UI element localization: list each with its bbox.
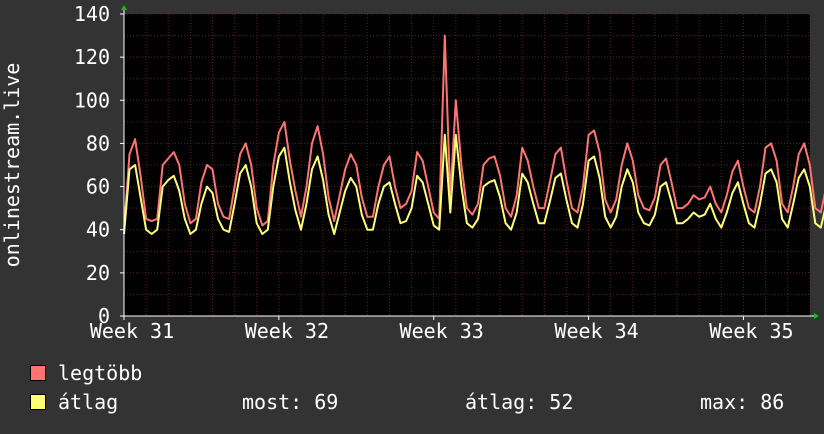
y-tick-label: 120 (74, 45, 110, 69)
y-tick-label: 80 (86, 131, 110, 155)
y-tick-label: 60 (86, 175, 110, 199)
y-tick-label: 40 (86, 218, 110, 242)
legend-swatch-atlag (30, 394, 46, 410)
y-axis-label: onlinestream.live (0, 63, 24, 268)
stat-atlag: átlag: 52 (465, 390, 574, 414)
y-axis-arrow (121, 5, 127, 10)
y-tick-label: 20 (86, 261, 110, 285)
legend-label-legtobb: legtöbb (58, 361, 143, 385)
stat-max: max: 86 (700, 390, 785, 414)
x-tick-label: Week 31 (90, 319, 174, 343)
stat-most: most: 69 (242, 390, 339, 414)
x-tick-label: Week 35 (709, 319, 793, 343)
x-tick-label: Week 33 (400, 319, 484, 343)
x-tick-label: Week 34 (554, 319, 638, 343)
legend-swatch-legtobb (30, 365, 46, 381)
x-tick-label: Week 32 (245, 319, 329, 343)
y-tick-label: 100 (74, 88, 110, 112)
legend-item-legtobb: legtöbb (30, 361, 143, 385)
legend-label-atlag: átlag (58, 390, 119, 414)
y-tick-label: 140 (74, 2, 110, 26)
x-axis-arrow (814, 313, 819, 319)
legend-item-atlag: átlag (30, 390, 119, 414)
